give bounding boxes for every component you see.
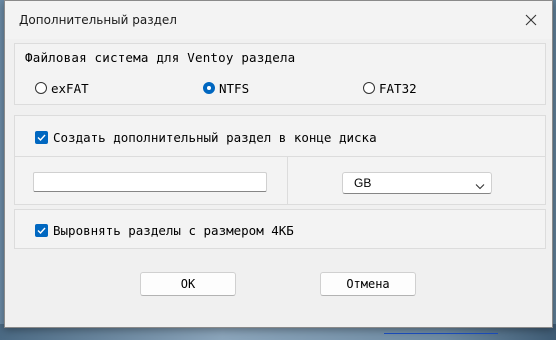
background-link-underline [384, 333, 498, 334]
align-group: Выровнять разделы с размером 4КБ [14, 209, 546, 249]
window-title: Дополнительный раздел [19, 13, 177, 27]
align-4k-checkbox[interactable]: Выровнять разделы с размером 4КБ [35, 223, 294, 238]
title-bar: Дополнительный раздел [5, 1, 552, 39]
close-icon [525, 14, 537, 26]
ok-button[interactable]: OK [140, 272, 236, 296]
checkbox-checked-icon [35, 224, 48, 237]
divider [287, 157, 288, 204]
radio-label: exFAT [51, 80, 89, 96]
create-partition-checkbox[interactable]: Создать дополнительный раздел в конце ди… [35, 130, 377, 145]
unit-value: GB [354, 176, 372, 190]
partition-group: Создать дополнительный раздел в конце ди… [14, 115, 546, 205]
radio-ntfs[interactable]: NTFS [203, 80, 249, 96]
radio-exfat[interactable]: exFAT [35, 80, 89, 96]
radio-label: NTFS [219, 80, 250, 96]
filesystem-label: Файловая система для Ventoy раздела [25, 50, 296, 65]
chevron-down-icon [475, 179, 485, 193]
close-button[interactable] [518, 8, 544, 32]
checkbox-checked-icon [35, 131, 48, 144]
radio-indicator-selected [203, 82, 215, 94]
cancel-button[interactable]: Отмена [320, 272, 416, 296]
divider [15, 156, 545, 157]
unit-select[interactable]: GB [342, 172, 492, 194]
partition-size-input[interactable] [33, 172, 267, 192]
filesystem-group: Файловая система для Ventoy раздела exFA… [14, 43, 546, 105]
radio-fat32[interactable]: FAT32 [363, 80, 417, 96]
align-4k-label: Выровнять разделы с размером 4КБ [53, 223, 294, 238]
radio-label: FAT32 [379, 80, 417, 96]
create-partition-label: Создать дополнительный раздел в конце ди… [53, 130, 377, 145]
radio-indicator [35, 82, 47, 94]
partition-dialog: Дополнительный раздел Файловая система д… [4, 0, 553, 328]
radio-indicator [363, 82, 375, 94]
